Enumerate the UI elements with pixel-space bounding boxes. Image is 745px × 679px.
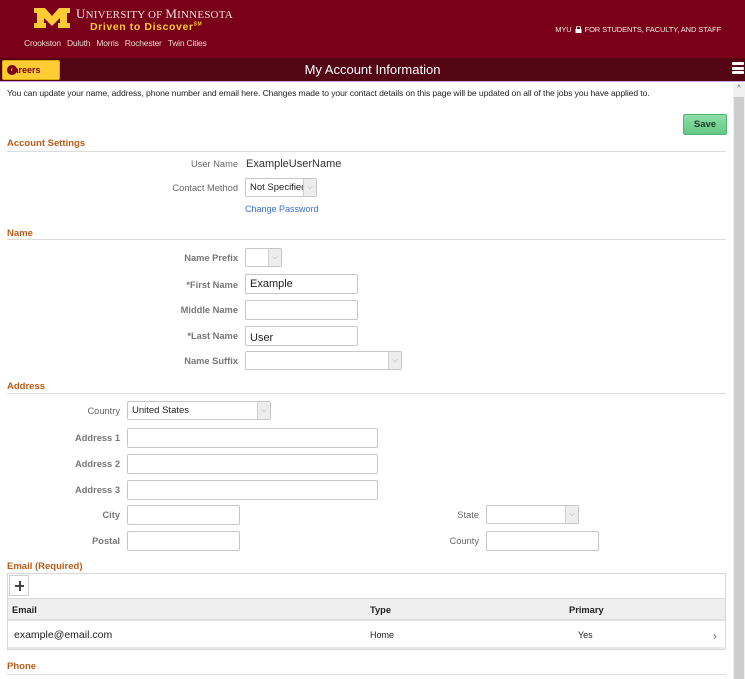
city-input[interactable] <box>127 505 240 525</box>
scroll-up-arrow-icon[interactable]: ^ <box>733 83 745 95</box>
country-value: United States <box>132 405 190 416</box>
country-select[interactable]: United States ⌵ <box>127 401 271 420</box>
address1-label: Address 1 <box>75 433 120 443</box>
address2-label: Address 2 <box>75 459 120 469</box>
block-m-logo[interactable] <box>34 8 70 28</box>
section-divider <box>7 393 726 394</box>
section-divider <box>7 239 726 240</box>
section-title-address: Address <box>7 381 46 392</box>
myu-tagline: FOR STUDENTS, FACULTY, AND STAFF <box>584 25 722 34</box>
city-label: City <box>102 510 120 520</box>
user-name-label: User Name <box>190 159 238 169</box>
address3-label: Address 3 <box>75 485 120 495</box>
scroll-thumb[interactable] <box>734 97 744 679</box>
column-header-email: Email <box>12 605 37 615</box>
campus-link-rochester[interactable]: Rochester <box>125 38 162 48</box>
email-row[interactable]: example@email.com Home Yes › <box>8 621 725 649</box>
state-select[interactable]: ⌵ <box>486 505 579 524</box>
email-grid-header: Email Type Primary <box>8 599 725 621</box>
address2-input[interactable] <box>127 454 378 474</box>
chevron-down-icon: ⌵ <box>303 179 316 196</box>
last-name-input[interactable]: User <box>245 326 358 346</box>
middle-name-input[interactable] <box>245 300 358 320</box>
email-grid-toolbar <box>8 574 725 599</box>
postal-input[interactable] <box>127 531 240 551</box>
lock-icon <box>575 26 582 33</box>
email-value: example@email.com <box>14 629 113 641</box>
campus-link-twin-cities[interactable]: Twin Cities <box>168 38 207 48</box>
county-label: County <box>449 536 479 546</box>
postal-label: Postal <box>92 536 120 546</box>
myu-label: MYU <box>555 25 572 34</box>
contact-method-value: Not Specified <box>250 182 307 193</box>
county-input[interactable] <box>486 531 599 551</box>
section-title-email: Email (Required) <box>7 561 83 572</box>
add-email-button[interactable] <box>9 575 29 596</box>
intro-text: You can update your name, address, phone… <box>7 88 650 98</box>
name-suffix-select[interactable]: ⌵ <box>245 351 402 370</box>
country-label: Country <box>87 406 120 416</box>
email-grid: Email Type Primary example@email.com Hom… <box>7 573 726 650</box>
university-header: UNIVERSITY OF MINNESOTA Driven to Discov… <box>0 0 745 58</box>
page-title-bar: ‹ Careers My Account Information <box>0 58 745 82</box>
campus-links: Crookston Duluth Morris Rochester Twin C… <box>24 38 207 48</box>
chevron-down-icon: ⌵ <box>257 402 270 419</box>
name-suffix-label: Name Suffix <box>184 356 238 366</box>
address3-input[interactable] <box>127 480 378 500</box>
campus-link-duluth[interactable]: Duluth <box>67 38 91 48</box>
section-title-name: Name <box>7 228 33 239</box>
state-label: State <box>457 510 479 520</box>
tagline: Driven to DiscoverSM <box>90 21 203 33</box>
section-divider <box>7 674 726 675</box>
campus-link-crookston[interactable]: Crookston <box>24 38 61 48</box>
name-prefix-label: Name Prefix <box>184 253 238 263</box>
email-primary: Yes <box>578 630 593 640</box>
chevron-right-icon: › <box>713 629 717 643</box>
change-password-link[interactable]: Change Password <box>245 204 319 214</box>
university-name: UNIVERSITY OF MINNESOTA <box>76 6 233 21</box>
contact-method-select[interactable]: Not Specified ⌵ <box>245 178 317 197</box>
myu-link[interactable]: MYU FOR STUDENTS, FACULTY, AND STAFF <box>555 25 721 34</box>
first-name-label: *First Name <box>186 280 238 290</box>
hamburger-menu-icon[interactable] <box>732 62 744 76</box>
chevron-down-icon: ⌵ <box>268 249 281 266</box>
last-name-label: *Last Name <box>187 331 238 341</box>
contact-method-label: Contact Method <box>172 183 238 193</box>
save-button[interactable]: Save <box>683 114 727 135</box>
section-divider <box>7 151 726 152</box>
chevron-down-icon: ⌵ <box>388 352 401 369</box>
page-title: My Account Information <box>304 62 441 77</box>
column-header-primary: Primary <box>569 605 604 615</box>
address1-input[interactable] <box>127 428 378 448</box>
column-header-type: Type <box>370 605 392 615</box>
vertical-scrollbar[interactable]: ^ <box>733 83 745 679</box>
middle-name-label: Middle Name <box>180 305 238 315</box>
first-name-input[interactable]: Example <box>245 274 358 294</box>
campus-link-morris[interactable]: Morris <box>96 38 119 48</box>
section-title-account-settings: Account Settings <box>7 138 86 149</box>
chevron-down-icon: ⌵ <box>565 506 578 523</box>
email-type: Home <box>370 630 395 640</box>
section-title-phone: Phone <box>7 661 37 672</box>
user-name-value: ExampleUserName <box>246 158 342 170</box>
name-prefix-select[interactable]: ⌵ <box>245 248 282 267</box>
